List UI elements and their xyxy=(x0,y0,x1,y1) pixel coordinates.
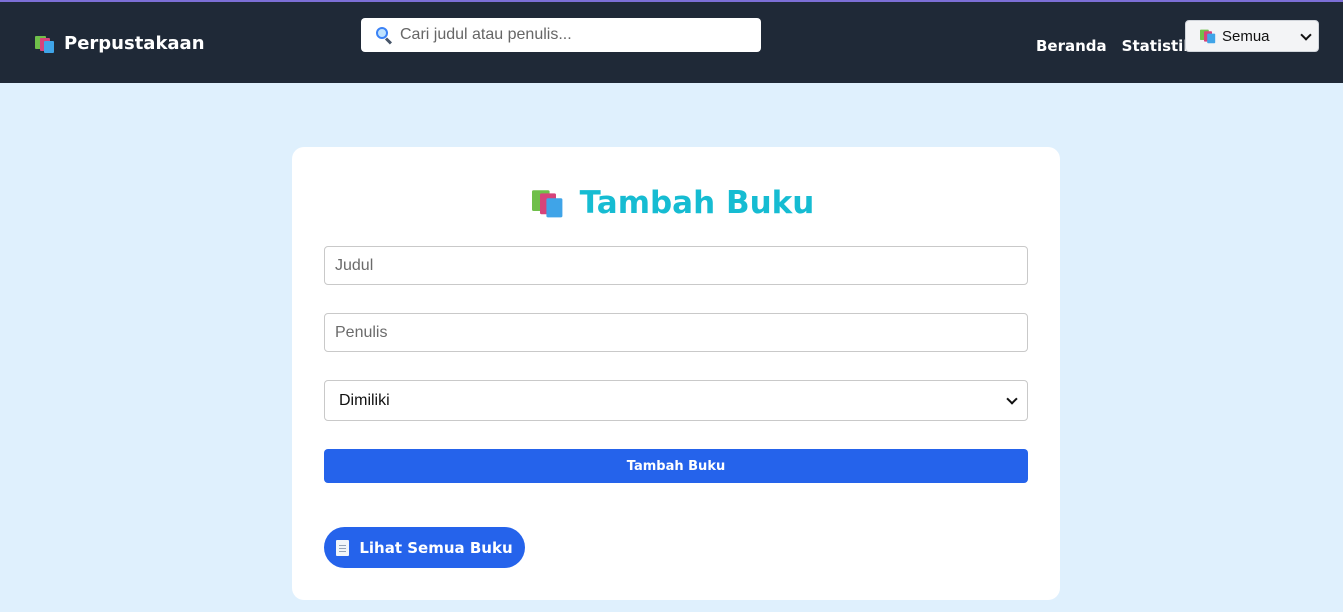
search-icon xyxy=(375,26,393,45)
filter-selected-value: Semua xyxy=(1222,27,1270,45)
page-title: Tambah Buku xyxy=(579,185,815,221)
add-book-button[interactable]: Tambah Buku xyxy=(324,449,1028,483)
nav-link-beranda[interactable]: Beranda xyxy=(1036,37,1107,55)
document-icon xyxy=(336,539,350,556)
books-icon xyxy=(531,189,564,218)
nav-links: Beranda Statistik xyxy=(1036,37,1193,55)
status-selected-value: Dimiliki xyxy=(339,391,390,409)
brand-link[interactable]: Perpustakaan xyxy=(35,33,205,54)
search-bar[interactable] xyxy=(361,18,761,52)
judul-input[interactable] xyxy=(324,246,1028,285)
card-header: Tambah Buku xyxy=(292,185,1060,221)
status-select[interactable]: Dimiliki xyxy=(324,380,1028,421)
chevron-down-icon xyxy=(1300,29,1312,41)
view-all-books-button[interactable]: Lihat Semua Buku xyxy=(324,527,525,568)
view-all-label: Lihat Semua Buku xyxy=(359,538,513,557)
search-input[interactable] xyxy=(400,26,740,44)
filter-select[interactable]: Semua xyxy=(1185,20,1319,52)
penulis-input[interactable] xyxy=(324,313,1028,352)
brand-title: Perpustakaan xyxy=(64,33,205,54)
chevron-down-icon xyxy=(1006,393,1018,405)
navbar: Perpustakaan Beranda Statistik Semua xyxy=(0,0,1343,83)
books-icon xyxy=(1200,29,1216,44)
books-icon xyxy=(35,35,55,53)
nav-link-statistik[interactable]: Statistik xyxy=(1122,37,1194,55)
add-book-card: Tambah Buku Dimiliki Tambah Buku Lihat S… xyxy=(292,147,1060,600)
